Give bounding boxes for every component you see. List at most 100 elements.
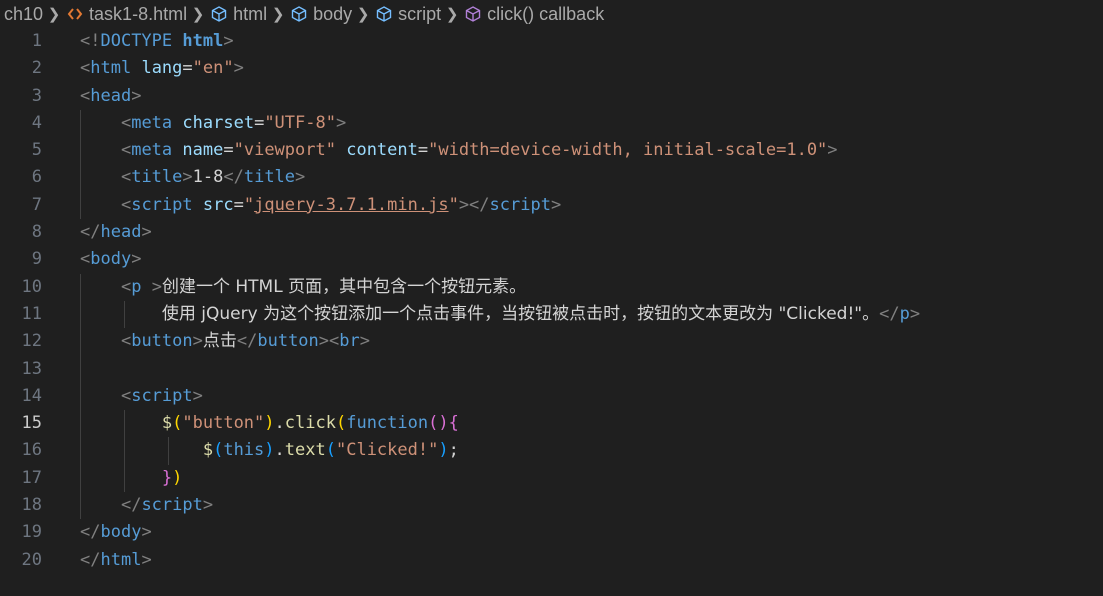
code-line[interactable]: 1 <!DOCTYPE html> [0, 28, 1103, 55]
code-token: meta [131, 140, 173, 161]
code-line[interactable]: 20 </html> [0, 547, 1103, 574]
code-token: text [284, 440, 326, 461]
code-token: > [131, 85, 142, 106]
line-number: 7 [31, 194, 42, 215]
breadcrumb-folder[interactable]: ch10 [4, 4, 43, 25]
code-text: $(this).text("Clicked!"); [80, 437, 459, 464]
code-token: "button" [182, 413, 265, 434]
code-token: > [131, 249, 142, 270]
code-token: lang [141, 58, 183, 79]
code-token: click [284, 413, 336, 434]
code-token: 使用 jQuery 为这个按钮添加一个点击事件，当按钮被点击时，按钮的文本更改为… [161, 303, 880, 324]
element-cube-icon [374, 4, 394, 24]
code-line[interactable]: 5 <meta name="viewport" content="width=d… [0, 137, 1103, 165]
code-line[interactable]: 15 $("button").click(function(){ [0, 410, 1103, 438]
line-number: 5 [31, 140, 42, 161]
code-editor[interactable]: 1 <!DOCTYPE html> 2 <html lang="en"> 3 <head>… [0, 28, 1103, 596]
code-token: ) [264, 413, 275, 434]
code-token: . [274, 440, 285, 461]
code-line[interactable]: 11 使用 jQuery 为这个按钮添加一个点击事件，当按钮被点击时，按钮的文本… [0, 300, 1103, 329]
code-text: <p >创建一个 HTML 页面，其中包含一个按钮元素。 [80, 274, 526, 301]
code-token: "UTF-8" [264, 112, 336, 133]
code-line[interactable]: 9 <body> [0, 246, 1103, 273]
indent-guide [80, 355, 81, 383]
code-line[interactable]: 7 <script src="jquery-3.7.1.min.js"></sc… [0, 191, 1103, 220]
line-number: 2 [31, 58, 42, 79]
code-line[interactable]: 14 <script> [0, 382, 1103, 411]
code-token: </ [80, 222, 101, 243]
code-token: > [141, 222, 152, 243]
code-token: script [131, 194, 193, 215]
code-token: src [202, 194, 234, 215]
code-token: { [448, 413, 459, 434]
code-token: < [120, 112, 132, 133]
code-token: > [192, 331, 203, 352]
code-token: 1-8 [192, 167, 224, 188]
code-line[interactable]: 6 <title>1-8</title> [0, 164, 1103, 192]
code-line[interactable]: 10 <p >创建一个 HTML 页面，其中包含一个按钮元素。 [0, 273, 1103, 301]
code-token: </ [236, 331, 258, 352]
chevron-right-icon: ❯ [356, 6, 370, 23]
line-number: 12 [21, 331, 42, 352]
breadcrumb-file[interactable]: task1-8.html [65, 4, 187, 25]
code-line[interactable]: 3 <head> [0, 83, 1103, 110]
code-text: <button>点击</button><br> [80, 328, 370, 355]
code-token: < [120, 167, 132, 188]
line-number: 15 [21, 413, 42, 434]
code-token: >< [318, 331, 340, 352]
code-line[interactable]: 19 </body> [0, 519, 1103, 546]
breadcrumb-folder-label: ch10 [4, 3, 44, 24]
code-token: = [233, 194, 244, 215]
line-number: 11 [21, 303, 42, 324]
code-token: "Clicked!" [335, 440, 439, 461]
code-text: </head> [80, 219, 152, 246]
code-token: > [359, 331, 370, 352]
code-line[interactable]: 16 $(this).text("Clicked!"); [0, 437, 1103, 465]
breadcrumb-body[interactable]: body [289, 4, 352, 25]
chevron-right-icon: ❯ [445, 6, 459, 23]
breadcrumb-body-label: body [313, 3, 353, 24]
code-line[interactable]: 2 <html lang="en"> [0, 55, 1103, 82]
code-token: "en" [192, 58, 234, 79]
code-line[interactable]: 18 </script> [0, 492, 1103, 520]
code-token: jquery-3.7.1.min.js [254, 194, 449, 215]
code-token: title [243, 167, 296, 188]
line-number: 6 [31, 167, 42, 188]
code-text: </script> [80, 492, 213, 519]
chevron-right-icon: ❯ [191, 6, 205, 23]
code-token: button [257, 331, 319, 352]
editor-window: ch10 ❯ task1-8.html ❯ html ❯ body ❯ scri… [0, 0, 1103, 596]
breadcrumb-callback[interactable]: click() callback [463, 4, 604, 25]
line-number: 14 [21, 385, 42, 406]
code-token: > [192, 385, 203, 406]
code-line[interactable]: 17 }) [0, 464, 1103, 493]
code-token: </ [223, 167, 244, 188]
code-token: > [233, 58, 244, 79]
code-token: content [346, 140, 418, 161]
line-number: 16 [21, 440, 42, 461]
code-line[interactable]: 12 <button>点击</button><br> [0, 328, 1103, 356]
code-text: <title>1-8</title> [80, 164, 305, 191]
code-token: script [141, 495, 203, 516]
code-token: title [131, 167, 183, 188]
code-line[interactable]: 8 </head> [0, 219, 1103, 246]
line-number: 1 [31, 31, 42, 51]
code-token: meta [131, 112, 173, 133]
breadcrumb-html[interactable]: html [209, 4, 267, 25]
code-token: ) [438, 440, 449, 461]
code-line[interactable]: 4 <meta charset="UTF-8"> [0, 109, 1103, 138]
breadcrumb-file-label: task1-8.html [89, 3, 188, 24]
breadcrumb-script[interactable]: script [374, 4, 441, 25]
html-file-icon [65, 4, 85, 24]
code-line[interactable]: 13 [0, 355, 1103, 383]
code-token: p [899, 303, 910, 324]
code-token: ) [172, 467, 183, 488]
